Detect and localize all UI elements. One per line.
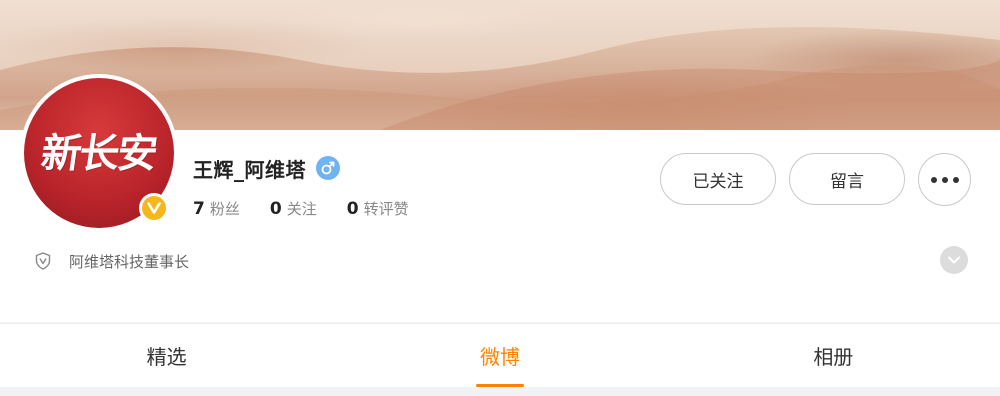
tab-label: 精选 [146,345,187,369]
male-gender-icon [316,156,340,180]
stat-value: 7 [193,199,205,219]
stat-value: 0 [346,199,359,219]
profile-tabs: 精选 微博 相册 [0,323,1000,387]
name-row: 王辉_阿维塔 [193,152,340,184]
more-button[interactable] [918,153,971,206]
user-name: 王辉_阿维塔 [193,157,306,182]
stat-label: 关注 [286,200,317,218]
stat-label: 粉丝 [209,200,240,218]
tab-album[interactable]: 相册 [667,324,1000,387]
expand-button[interactable] [940,246,968,274]
avatar-logo-text: 新长安 [38,130,159,177]
stat-following[interactable]: 0 关注 [270,198,317,219]
tab-label: 微博 [479,345,520,369]
tab-weibo[interactable]: 微博 [333,324,666,387]
active-tab-indicator [475,384,524,387]
stat-label: 转评赞 [363,200,409,218]
user-description: 阿维塔科技董事长 [69,252,190,271]
tab-label: 相册 [813,345,854,369]
message-button[interactable]: 留言 [789,153,905,205]
stat-followers[interactable]: 7 粉丝 [193,198,240,219]
stats-row: 7 粉丝 0 关注 0 转评赞 [193,198,439,219]
more-horizontal-icon [930,176,959,183]
profile-card: 新长安 王辉_阿维塔 7 粉丝 0 关注 0 转评赞 已关注 留言 阿维塔科技董… [0,0,1000,322]
stat-value: 0 [269,199,282,219]
tab-featured[interactable]: 精选 [0,324,333,387]
shield-verified-icon [35,252,51,270]
stat-interactions[interactable]: 0 转评赞 [347,198,409,219]
followed-button[interactable]: 已关注 [660,153,776,205]
description-row: 阿维塔科技董事长 [35,249,189,273]
chevron-down-icon [948,256,960,264]
verified-badge-icon [139,193,169,223]
